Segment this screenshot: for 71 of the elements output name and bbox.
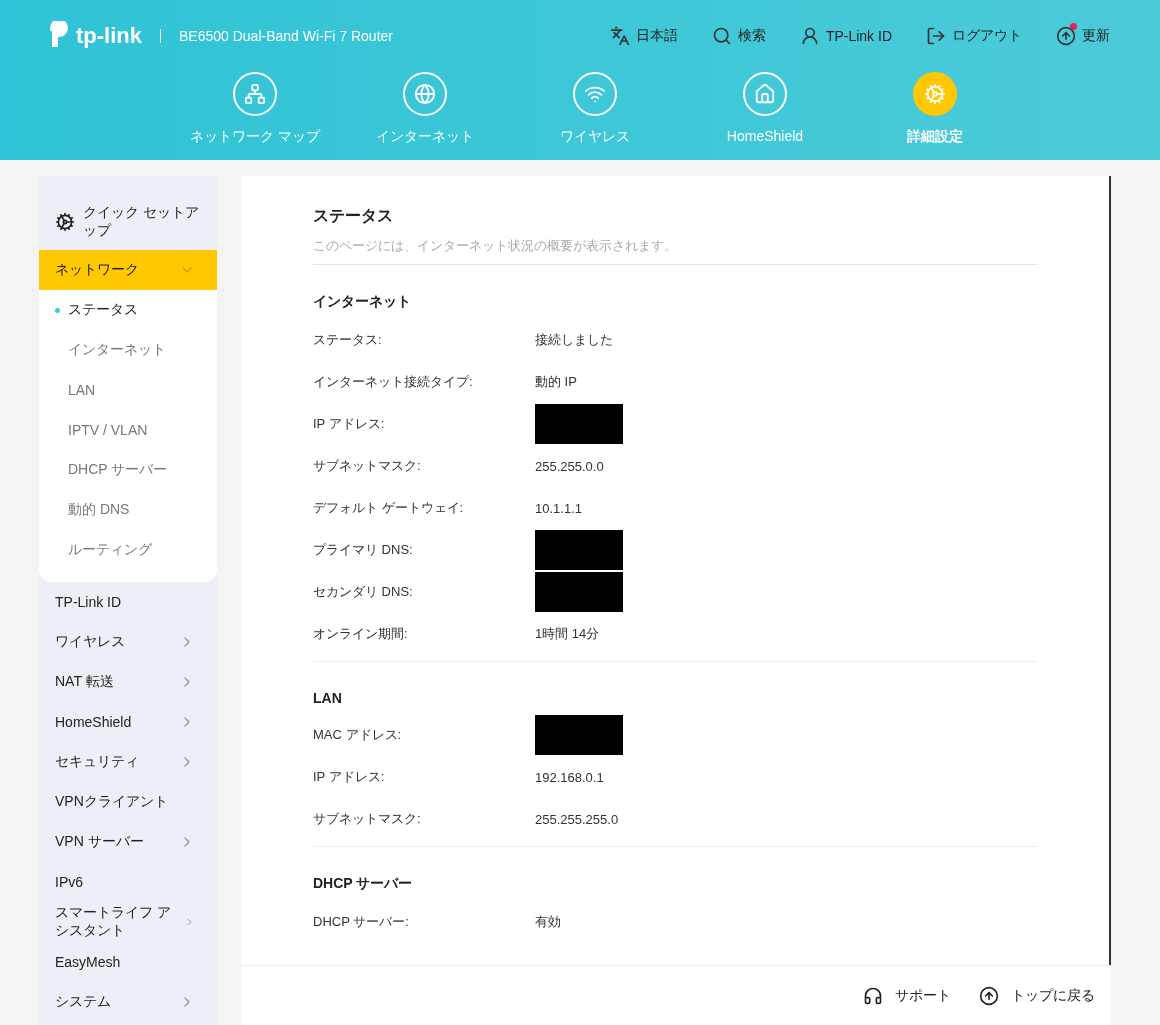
network-icon bbox=[244, 83, 266, 105]
header-link[interactable]: 日本語 bbox=[609, 26, 678, 46]
field-value: 255.255.0.0 bbox=[535, 458, 604, 474]
nav-label: 詳細設定 bbox=[907, 128, 963, 146]
settings-icon bbox=[924, 83, 946, 105]
field-value: 有効 bbox=[535, 913, 561, 931]
quick-setup-link[interactable]: クイック セットアップ bbox=[39, 194, 217, 250]
submenu-item[interactable]: インターネット bbox=[39, 330, 217, 370]
search-icon bbox=[711, 26, 732, 46]
sidebar-item[interactable]: EasyMesh bbox=[39, 942, 217, 982]
sidebar-item[interactable]: VPN サーバー bbox=[39, 822, 217, 862]
page-title: ステータス bbox=[313, 206, 394, 226]
sidebar-item[interactable]: スマートライフ アシスタント bbox=[39, 902, 217, 942]
field-value: 1時間 14分 bbox=[535, 625, 600, 643]
gear-icon bbox=[55, 212, 75, 232]
language-icon bbox=[609, 26, 630, 46]
sidebar-item[interactable]: ワイヤレス bbox=[39, 622, 217, 662]
submenu-item[interactable]: ステータス bbox=[39, 290, 217, 330]
nav-label: HomeShield bbox=[726, 128, 804, 144]
field-label: DHCP サーバー: bbox=[313, 913, 410, 931]
header-link[interactable]: ログアウト bbox=[926, 26, 1022, 46]
field-label: プライマリ DNS: bbox=[313, 541, 414, 559]
submenu-item[interactable]: ルーティング bbox=[39, 530, 217, 570]
field-label: IP アドレス: bbox=[313, 768, 386, 786]
field-label: サブネットマスク: bbox=[313, 810, 422, 828]
submenu-item[interactable]: 動的 DNS bbox=[39, 490, 217, 530]
field-label: セカンダリ DNS: bbox=[313, 583, 414, 601]
logout-icon bbox=[926, 26, 946, 46]
arrow-up-icon bbox=[979, 985, 999, 1006]
nav-label: インターネット bbox=[376, 128, 474, 146]
model-name: BE6500 Dual-Band Wi-Fi 7 Router bbox=[179, 28, 393, 44]
field-value: 動的 IP bbox=[535, 373, 577, 391]
field-label: MAC アドレス: bbox=[313, 726, 403, 744]
page-description: このページには、インターネット状況の概要が表示されます。 bbox=[313, 237, 1037, 265]
sidebar-item[interactable]: TP-Link ID bbox=[39, 582, 217, 622]
nav-label: ワイヤレス bbox=[560, 128, 630, 146]
footer-link[interactable]: サポート bbox=[863, 985, 951, 1006]
globe-icon bbox=[414, 83, 436, 105]
arrow-up-icon bbox=[1056, 26, 1076, 46]
sidebar-item[interactable]: システム bbox=[39, 982, 217, 1022]
sidebar-item[interactable]: セキュリティ bbox=[39, 742, 217, 782]
field-label: IP アドレス: bbox=[313, 415, 386, 433]
submenu-item[interactable]: DHCP サーバー bbox=[39, 450, 217, 490]
header-link[interactable]: 更新 bbox=[1056, 26, 1110, 46]
submenu-item[interactable]: LAN bbox=[39, 370, 217, 410]
field-value: 192.168.0.1 bbox=[535, 769, 604, 785]
field-value: 接続しました bbox=[535, 331, 613, 349]
header-link[interactable]: TP-Link ID bbox=[799, 26, 892, 46]
sidebar-item[interactable]: NAT 転送 bbox=[39, 662, 217, 702]
field-label: サブネットマスク: bbox=[313, 457, 422, 475]
sidebar-item[interactable]: VPNクライアント bbox=[39, 782, 217, 822]
logo-text: tp-link bbox=[76, 23, 142, 49]
footer-link[interactable]: トップに戻る bbox=[979, 985, 1095, 1006]
header-link[interactable]: 検索 bbox=[711, 26, 766, 46]
nav-label: ネットワーク マップ bbox=[190, 128, 320, 146]
field-label: ステータス: bbox=[313, 331, 383, 349]
section-title: インターネット bbox=[313, 293, 412, 311]
field-label: オンライン期間: bbox=[313, 625, 409, 643]
field-value: 10.1.1.1 bbox=[535, 500, 582, 516]
field-label: インターネット接続タイプ: bbox=[313, 373, 474, 391]
field-label: デフォルト ゲートウェイ: bbox=[313, 499, 465, 517]
submenu-item[interactable]: IPTV / VLAN bbox=[39, 410, 217, 450]
person-icon bbox=[799, 26, 820, 46]
house-icon bbox=[754, 83, 776, 105]
section-title: DHCP サーバー bbox=[313, 875, 414, 893]
section-title: LAN bbox=[313, 690, 343, 706]
field-value: 255.255.255.0 bbox=[535, 811, 619, 827]
headset-icon bbox=[863, 985, 883, 1006]
sidebar-item[interactable]: ネットワーク bbox=[39, 250, 217, 290]
sidebar-item[interactable]: HomeShield bbox=[39, 702, 217, 742]
sidebar-item[interactable]: IPv6 bbox=[39, 862, 217, 902]
